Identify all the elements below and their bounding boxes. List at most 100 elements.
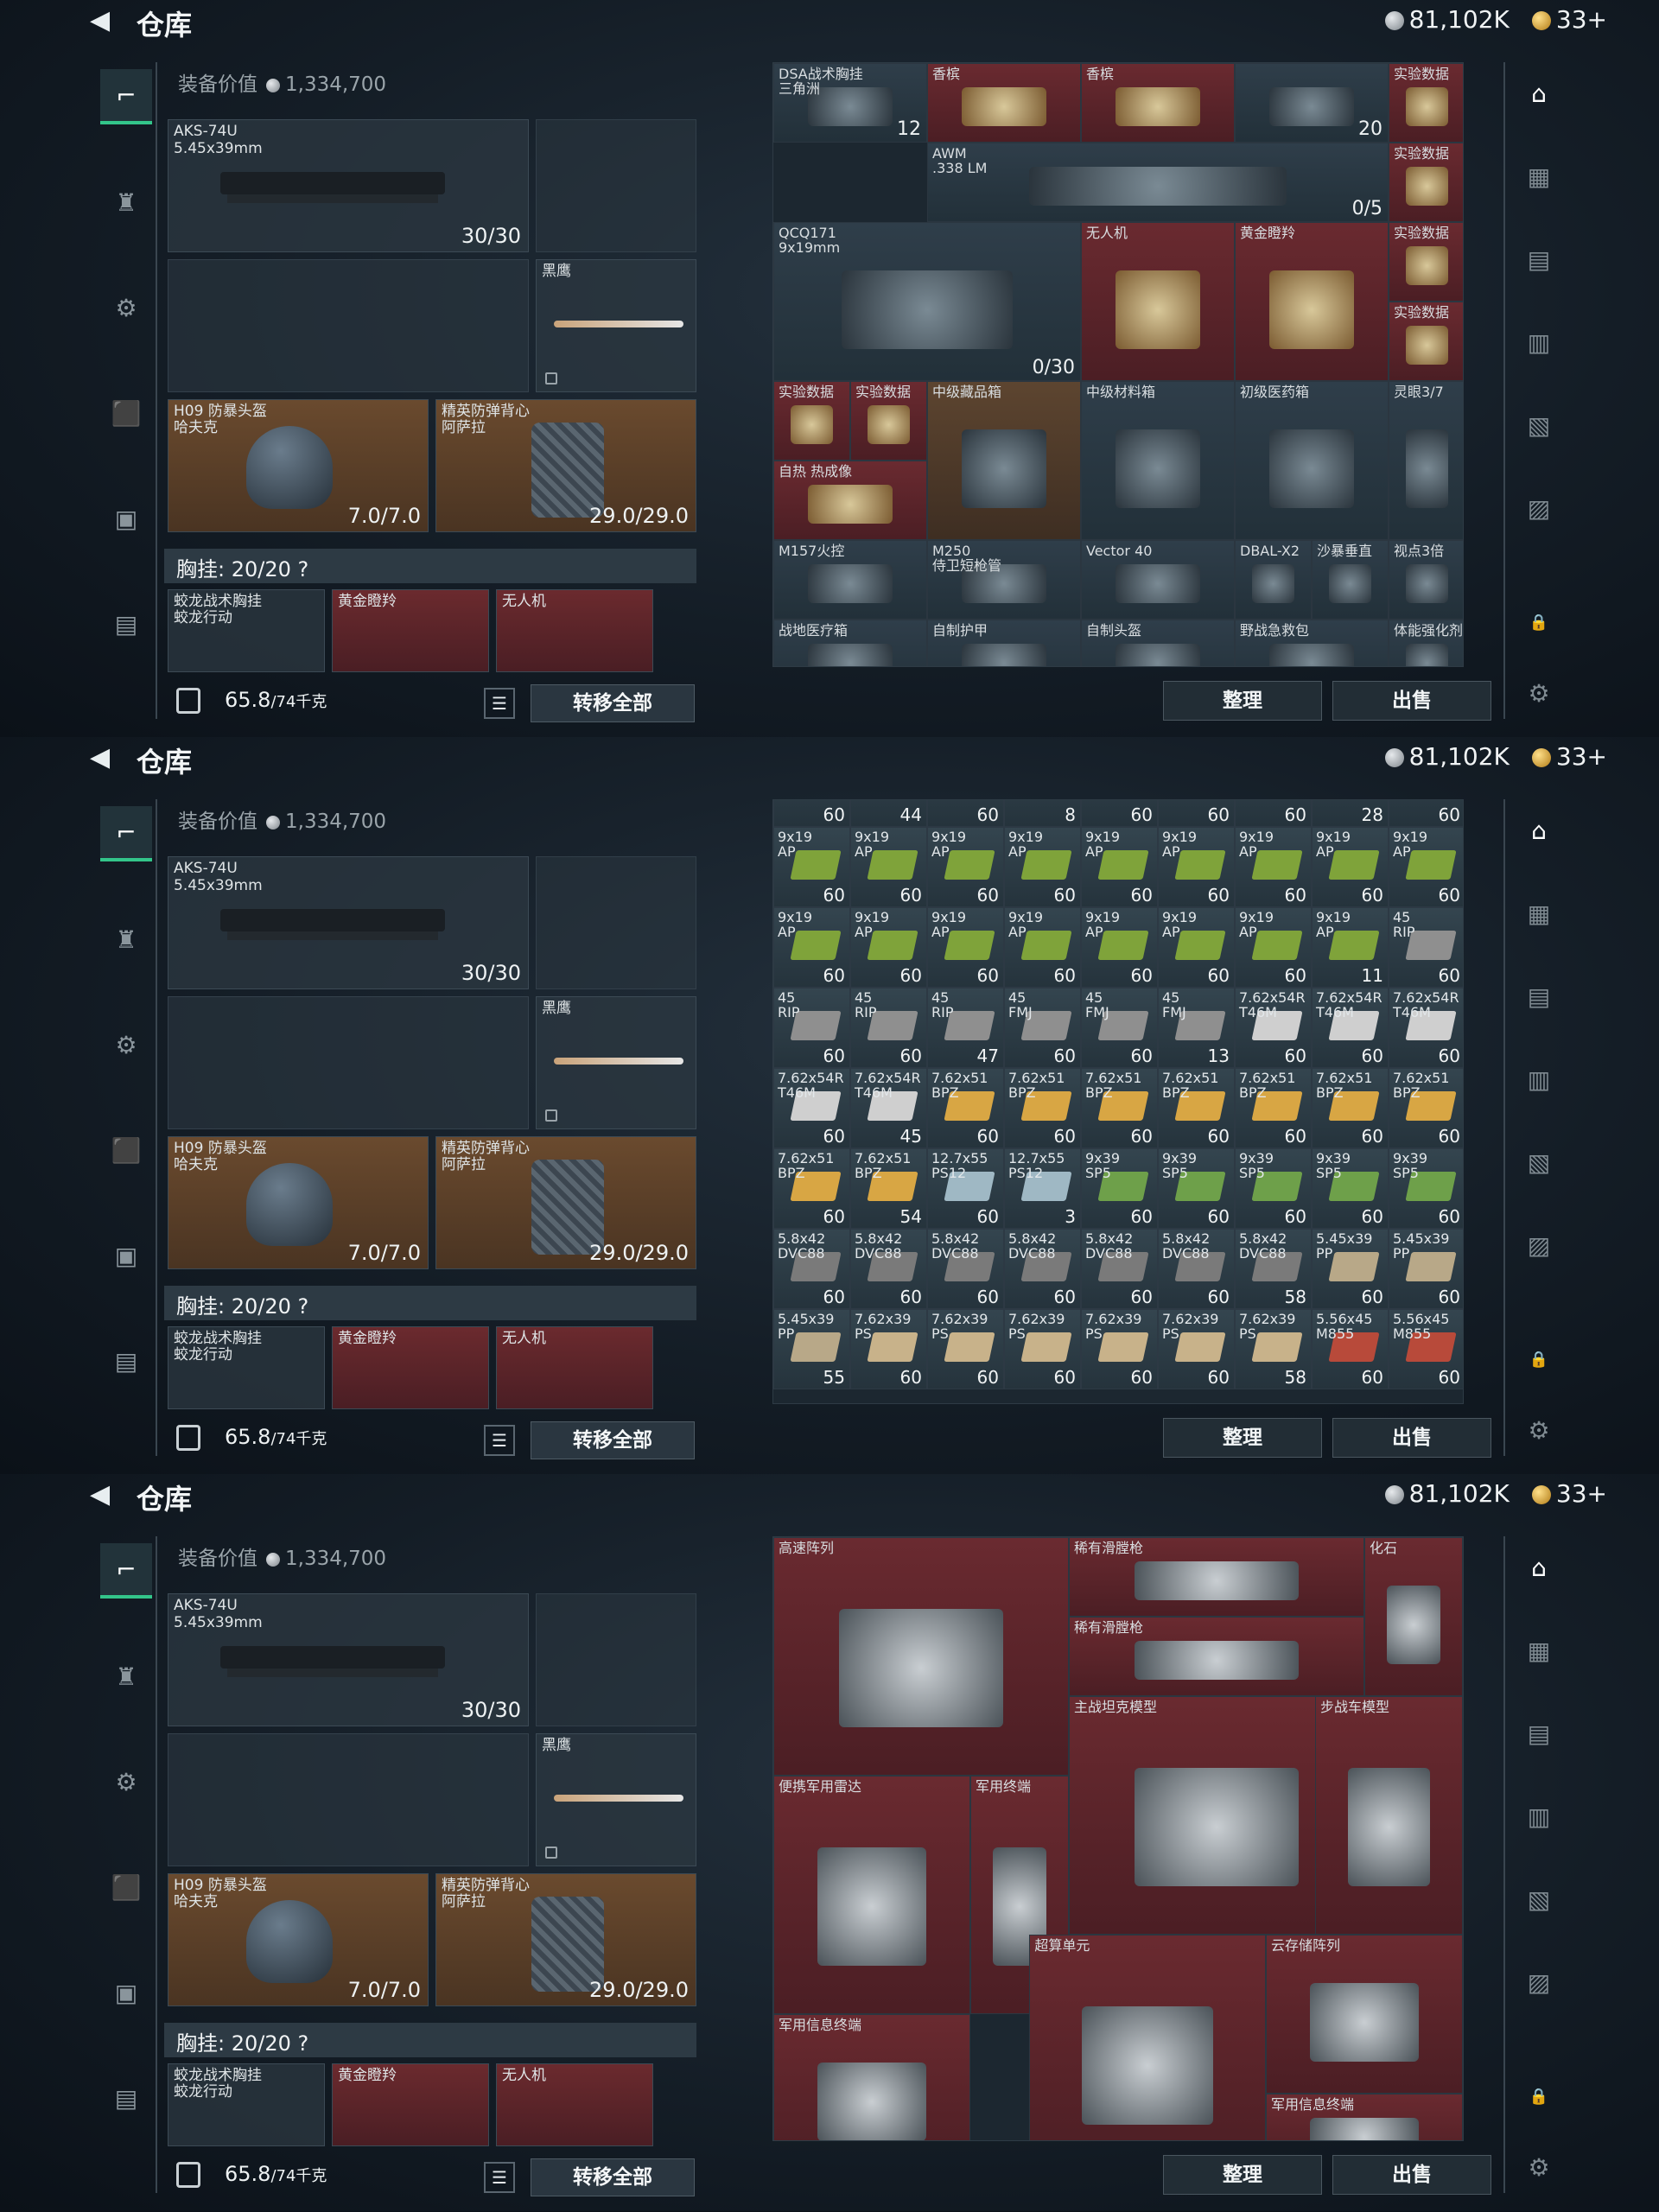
lock-icon[interactable]: 🔒	[1516, 1337, 1562, 1383]
ammo-stack[interactable]: 45 FMJ 13	[1158, 988, 1235, 1068]
chest-rig-item[interactable]: 蛟龙战术胸挂 蛟龙行动	[168, 1326, 325, 1409]
armor-slot[interactable]: 精英防弹背心 阿萨拉 29.0/29.0	[435, 1873, 696, 2006]
gear-icon[interactable]: ⚙	[1516, 671, 1562, 717]
ammo-stack[interactable]: 5.45x39 PP 60	[1312, 1229, 1389, 1309]
ammo-stack[interactable]: 9x19 AP 60	[773, 907, 850, 988]
ammo-stack[interactable]: 5.45x39 PP 55	[773, 1309, 850, 1389]
nav-case-icon[interactable]: ▣	[100, 1228, 152, 1283]
ammo-stack[interactable]: 60	[1081, 800, 1158, 827]
helmet-slot[interactable]: H09 防暴头盔 哈夫克 7.0/7.0	[168, 1873, 429, 2006]
collectible-item[interactable]: 化石	[1364, 1537, 1463, 1696]
stash-item[interactable]: Vector 40	[1081, 540, 1235, 620]
ammo-stack[interactable]: 7.62x51 BPZ 60	[1389, 1068, 1463, 1148]
nav-helmet-icon[interactable]: ⚙	[100, 1017, 152, 1072]
ammo-stack[interactable]: 7.62x39 PS 60	[1081, 1309, 1158, 1389]
stash-item[interactable]: 实验数据	[1389, 63, 1463, 143]
stash-tab-icon[interactable]: ▧	[1516, 1140, 1562, 1186]
stash-item[interactable]: 香槟	[1081, 63, 1235, 143]
ammo-stack[interactable]: 9x19 AP 60	[927, 827, 1004, 907]
stash-item[interactable]: 中级材料箱	[1081, 381, 1235, 540]
list-view-icon[interactable]: ☰	[484, 2162, 515, 2193]
collectible-item[interactable]: 高速阵列	[773, 1537, 1069, 1776]
nav-pistol-icon[interactable]: ⌐	[100, 69, 152, 124]
nav-helmet-icon[interactable]: ⚙	[100, 1754, 152, 1809]
stash-item[interactable]: 香槟	[927, 63, 1081, 143]
chest-rig-item[interactable]: 无人机	[496, 1326, 653, 1409]
secondary-weapon-slot[interactable]	[536, 119, 696, 252]
stash-item[interactable]: 自制护甲	[927, 620, 1081, 666]
stash-item[interactable]: 实验数据	[1389, 302, 1463, 381]
ammo-stack[interactable]: 9x39 SP5 60	[1312, 1148, 1389, 1229]
lock-icon[interactable]: 🔒	[1516, 2074, 1562, 2120]
transfer-all-button[interactable]: 转移全部	[531, 1421, 695, 1459]
stash-item[interactable]: 实验数据	[1389, 143, 1463, 222]
stash-item[interactable]: 中级藏品箱	[927, 381, 1081, 540]
ammo-stack[interactable]: 9x19 AP 60	[850, 827, 927, 907]
chest-rig-item[interactable]: 黄金瞪羚	[332, 2063, 489, 2146]
collectible-item[interactable]: 稀有滑膛枪	[1069, 1617, 1364, 1696]
ammo-stack[interactable]: 9x19 AP 60	[1004, 907, 1081, 988]
stash-item[interactable]: 战地医疗箱	[773, 620, 927, 666]
nav-helmet-icon[interactable]: ⚙	[100, 280, 152, 335]
ammo-stack[interactable]: 7.62x51 BPZ 60	[1158, 1068, 1235, 1148]
melee-slot[interactable]: 黑鹰	[536, 1733, 696, 1866]
stash-tab-icon[interactable]: ▤	[1516, 1711, 1562, 1758]
nav-vest-icon[interactable]: ♜	[100, 1649, 152, 1704]
ammo-stack[interactable]: 9x19 AP 60	[773, 827, 850, 907]
secondary-weapon-slot[interactable]	[536, 856, 696, 989]
lock-icon[interactable]: 🔒	[1516, 600, 1562, 646]
nav-briefcase-icon[interactable]: ▤	[100, 1333, 152, 1389]
stash-tab-icon[interactable]: ▦	[1516, 891, 1562, 938]
stash-item[interactable]: 实验数据	[1389, 222, 1463, 302]
ammo-stack[interactable]: 7.62x54R T46M 60	[773, 1068, 850, 1148]
list-view-icon[interactable]: ☰	[484, 688, 515, 719]
ammo-stack[interactable]: 45 RIP 47	[927, 988, 1004, 1068]
ammo-stack[interactable]: 7.62x51 BPZ 60	[1235, 1068, 1312, 1148]
nav-pistol-icon[interactable]: ⌐	[100, 1543, 152, 1599]
melee-slot[interactable]: 黑鹰	[536, 259, 696, 392]
stash-item[interactable]: 沙暴垂直	[1312, 540, 1389, 620]
stash-item[interactable]: 20	[1235, 63, 1389, 143]
stash-tab-icon[interactable]: ▤	[1516, 237, 1562, 283]
gear-icon[interactable]: ⚙	[1516, 2145, 1562, 2191]
stash-tab-icon[interactable]: ▨	[1516, 1960, 1562, 2006]
ammo-stack[interactable]: 7.62x51 BPZ 60	[927, 1068, 1004, 1148]
stash-item[interactable]: M157火控	[773, 540, 927, 620]
ammo-stack[interactable]: 5.8x42 DVC88 60	[1158, 1229, 1235, 1309]
stash-item[interactable]: 体能强化剂	[1389, 620, 1463, 666]
helmet-slot[interactable]: H09 防暴头盔 哈夫克 7.0/7.0	[168, 1136, 429, 1269]
ammo-stack[interactable]: 7.62x51 BPZ 60	[1312, 1068, 1389, 1148]
stash-item[interactable]: QCQ171 9x19mm 0/30	[773, 222, 1081, 381]
ammo-stack[interactable]: 45 RIP 60	[850, 988, 927, 1068]
stash-tab-icon[interactable]: ▥	[1516, 1794, 1562, 1840]
ammo-stack[interactable]: 5.8x42 DVC88 58	[1235, 1229, 1312, 1309]
stash-tab-icon[interactable]: ▥	[1516, 320, 1562, 366]
stash-item[interactable]: 视点3倍	[1389, 540, 1463, 620]
back-button[interactable]: ◀	[90, 742, 110, 772]
stash-tab-icon[interactable]: ▧	[1516, 1877, 1562, 1923]
chest-rig-item[interactable]: 黄金瞪羚	[332, 589, 489, 672]
nav-case-icon[interactable]: ▣	[100, 491, 152, 546]
lock-toggle-icon[interactable]	[176, 1425, 200, 1451]
ammo-stack[interactable]: 9x39 SP5 60	[1158, 1148, 1235, 1229]
helmet-slot[interactable]: H09 防暴头盔 哈夫克 7.0/7.0	[168, 399, 429, 532]
melee-slot[interactable]: 黑鹰	[536, 996, 696, 1129]
stash-tab-icon[interactable]: ▦	[1516, 1628, 1562, 1675]
stash-item[interactable]: DSA战术胸挂 三角洲 12	[773, 63, 927, 143]
ammo-stack[interactable]: 7.62x39 PS 58	[1235, 1309, 1312, 1389]
ammo-stack[interactable]: 7.62x54R T46M 60	[1389, 988, 1463, 1068]
stash-tab-icon[interactable]: ▨	[1516, 1223, 1562, 1269]
ammo-stack[interactable]: 7.62x51 BPZ 60	[1004, 1068, 1081, 1148]
ammo-stack[interactable]: 9x19 AP 60	[1235, 827, 1312, 907]
ammo-stack[interactable]: 9x39 SP5 60	[1081, 1148, 1158, 1229]
stash-item[interactable]: 自制头盔	[1081, 620, 1235, 666]
chest-rig-item[interactable]: 黄金瞪羚	[332, 1326, 489, 1409]
ammo-stack[interactable]: 9x19 AP 60	[1312, 827, 1389, 907]
stash-tab-icon[interactable]: ▨	[1516, 486, 1562, 532]
ammo-stack[interactable]: 9x19 AP 11	[1312, 907, 1389, 988]
collectible-item[interactable]: 军用信息终端	[773, 2014, 970, 2140]
back-button[interactable]: ◀	[90, 1479, 110, 1510]
ammo-stack[interactable]: 9x19 AP 60	[1081, 907, 1158, 988]
ammo-stack[interactable]: 9x19 AP 60	[1235, 907, 1312, 988]
ammo-stack[interactable]: 60	[927, 800, 1004, 827]
